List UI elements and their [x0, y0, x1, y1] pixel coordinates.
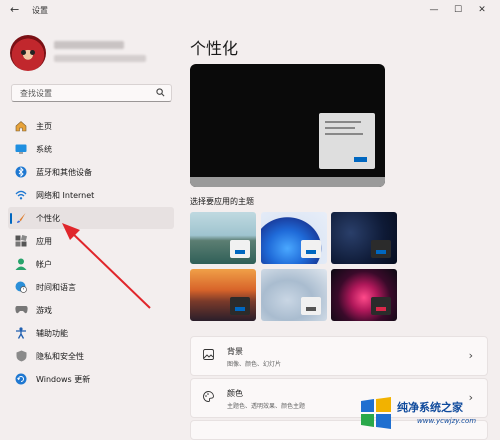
sidebar-item-home[interactable]: 主页 [8, 115, 174, 137]
back-button[interactable]: ← [10, 4, 24, 16]
avatar-eye [30, 50, 35, 55]
preview-taskbar [190, 177, 385, 187]
page-title: 个性化 [190, 39, 239, 58]
windows-logo-icon [361, 397, 391, 429]
maximize-button[interactable]: ☐ [448, 3, 468, 17]
sidebar-item-label: 个性化 [36, 214, 60, 223]
sidebar-item-personalization[interactable]: 个性化 [8, 207, 174, 229]
watermark-url: www.ycwjzy.com [417, 417, 477, 425]
display-icon [14, 142, 28, 156]
theme-thumbnail[interactable] [190, 212, 256, 264]
theme-preview [190, 64, 385, 187]
background-setting-card[interactable]: 背景 图像、颜色、幻灯片 › [190, 336, 488, 376]
active-indicator [10, 213, 12, 224]
avatar[interactable] [10, 35, 46, 71]
user-name-blurred [54, 41, 124, 49]
theme-thumbnail[interactable] [190, 269, 256, 321]
sidebar-item-label: 蓝牙和其他设备 [36, 168, 92, 177]
watermark-text: 纯净系统之家 [397, 401, 463, 414]
watermark: 纯净系统之家 www.ycwjzy.com [355, 393, 500, 435]
close-button[interactable]: ✕ [472, 3, 492, 17]
app-title: 设置 [32, 6, 48, 15]
preview-window [319, 113, 375, 169]
shield-icon [14, 349, 28, 363]
home-icon [14, 119, 28, 133]
user-email-blurred [54, 55, 146, 62]
card-title: 背景 [227, 347, 243, 356]
minimize-button[interactable]: — [424, 3, 444, 17]
sidebar-item-windows-update[interactable]: Windows 更新 [8, 368, 174, 390]
palette-icon [203, 391, 214, 405]
search-input[interactable] [20, 87, 150, 99]
globe-clock-icon [14, 280, 28, 294]
sidebar-item-accessibility[interactable]: 辅助功能 [8, 322, 174, 344]
sidebar-item-time-language[interactable]: 时间和语言 [8, 276, 174, 298]
brush-icon [14, 211, 28, 225]
sidebar-item-system[interactable]: 系统 [8, 138, 174, 160]
wifi-icon [14, 188, 28, 202]
sidebar-item-label: Windows 更新 [36, 375, 91, 384]
sidebar-item-label: 隐私和安全性 [36, 352, 84, 361]
theme-section-label: 选择要应用的主题 [190, 197, 254, 206]
sidebar-item-apps[interactable]: 应用 [8, 230, 174, 252]
title-bar: ← 设置 — ☐ ✕ [0, 0, 500, 20]
sidebar-item-label: 帐户 [36, 260, 52, 269]
apps-icon [14, 234, 28, 248]
sidebar-item-label: 系统 [36, 145, 52, 154]
sidebar-item-label: 游戏 [36, 306, 52, 315]
avatar-eye [21, 50, 26, 55]
theme-thumbnail[interactable] [331, 212, 397, 264]
chevron-right-icon: › [468, 349, 473, 362]
sidebar-item-privacy[interactable]: 隐私和安全性 [8, 345, 174, 367]
update-icon [14, 372, 28, 386]
sidebar-item-gaming[interactable]: 游戏 [8, 299, 174, 321]
account-icon [14, 257, 28, 271]
theme-thumbnail[interactable] [331, 269, 397, 321]
card-subtitle: 主题色、透明效果、颜色主题 [227, 403, 306, 410]
sidebar-item-label: 应用 [36, 237, 52, 246]
sidebar-item-label: 辅助功能 [36, 329, 68, 338]
search-box[interactable] [11, 84, 172, 102]
card-subtitle: 图像、颜色、幻灯片 [227, 361, 282, 368]
accessibility-icon [14, 326, 28, 340]
gamepad-icon [14, 303, 28, 317]
sidebar-item-accounts[interactable]: 帐户 [8, 253, 174, 275]
sidebar-item-network[interactable]: 网络和 Internet [8, 184, 174, 206]
search-icon[interactable] [156, 88, 165, 99]
sidebar-item-label: 时间和语言 [36, 283, 76, 292]
card-title: 颜色 [227, 389, 243, 398]
theme-thumbnail[interactable] [261, 212, 327, 264]
bluetooth-icon [14, 165, 28, 179]
sidebar-item-label: 主页 [36, 122, 52, 131]
sidebar-item-bluetooth[interactable]: 蓝牙和其他设备 [8, 161, 174, 183]
sidebar-item-label: 网络和 Internet [36, 191, 95, 200]
theme-thumbnail[interactable] [261, 269, 327, 321]
image-icon [203, 349, 214, 363]
